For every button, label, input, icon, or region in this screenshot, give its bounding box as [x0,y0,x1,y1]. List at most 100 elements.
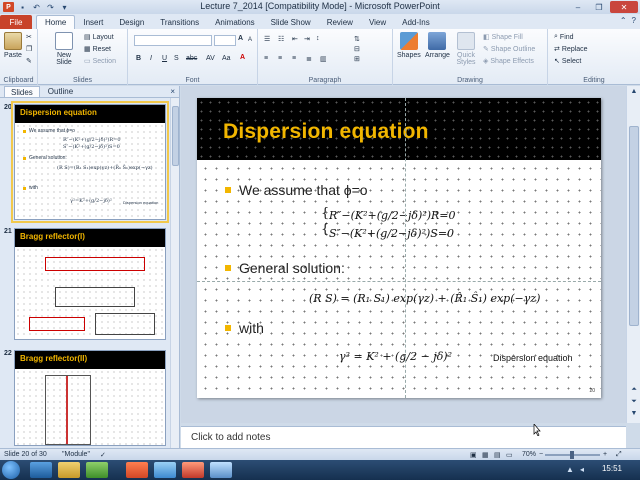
notes-pane[interactable]: Click to add notes [181,426,626,448]
increase-indent-icon[interactable]: ⇥ [304,35,310,43]
slide-show-icon[interactable]: ▭ [506,451,513,459]
slide-sorter-icon[interactable]: ▦ [482,451,489,459]
smartart-icon[interactable]: ⊞ [354,55,360,63]
italic-button[interactable]: I [150,55,152,62]
zoom-level[interactable]: 70% [522,451,536,458]
volume-icon[interactable]: ◂ [580,465,584,474]
tab-transitions[interactable]: Transitions [152,15,207,29]
font-size-combo[interactable] [214,35,236,46]
align-right-icon[interactable]: ≡ [292,55,296,62]
tab-review[interactable]: Review [319,15,361,29]
shapes-button[interactable]: Shapes [397,32,421,59]
scroll-up-icon[interactable]: ▲ [629,88,639,95]
shape-outline-button[interactable]: ✎ Shape Outline [483,45,535,54]
slide-thumbnail-row[interactable]: 22 Bragg reflector(II) [0,350,170,446]
powerpoint-logo-icon[interactable]: P [3,2,14,12]
explorer-icon[interactable] [58,462,80,478]
find-button[interactable]: ⌕ Find [554,33,574,41]
decrease-indent-icon[interactable]: ⇤ [292,35,298,43]
main-vertical-scrollbar[interactable]: ▲ ⏶ ⏷ ▼ [626,86,640,423]
minimize-button[interactable]: – [568,1,588,13]
bold-button[interactable]: B [136,55,141,62]
bullets-icon[interactable]: ☰ [264,35,270,43]
zoom-slider-handle[interactable] [570,451,574,459]
minimize-ribbon-icon[interactable]: ⌃ [620,16,627,25]
customize-qat-icon[interactable]: ▾ [59,2,70,12]
spell-check-icon[interactable]: ✓ [100,451,106,459]
notes-placeholder[interactable]: Click to add notes [191,432,271,443]
underline-button[interactable]: U [162,55,167,62]
zoom-out-button[interactable]: − [539,451,543,458]
numbering-icon[interactable]: ☷ [278,35,284,43]
tab-slides[interactable]: Slides [4,86,40,97]
fit-to-window-icon[interactable]: ⤢ [616,451,622,459]
shape-fill-button[interactable]: ◧ Shape Fill [483,33,523,42]
strikethrough-button[interactable]: abc [186,55,197,62]
ie-icon[interactable] [30,462,52,478]
maximize-button[interactable]: ❐ [589,1,609,13]
change-case-button[interactable]: Aa [222,55,231,62]
tab-animations[interactable]: Animations [207,15,263,29]
align-left-icon[interactable]: ≡ [264,55,268,62]
undo-icon[interactable]: ↶ [31,2,42,12]
app-taskbar-icon[interactable] [210,462,232,478]
section-button[interactable]: ▭ Section [84,57,116,66]
font-color-icon[interactable]: A [240,54,245,61]
slide-thumbnail[interactable]: Dispersion equation We assume that ϕ=o R… [11,101,169,223]
acrobat-taskbar-icon[interactable] [182,462,204,478]
replace-button[interactable]: ⇄ Replace [554,45,588,54]
reading-view-icon[interactable]: ▤ [494,451,501,459]
line-spacing-icon[interactable]: ↕ [316,35,320,42]
tab-view[interactable]: View [361,15,394,29]
tab-design[interactable]: Design [111,15,152,29]
slides-pane-scrollbar[interactable] [170,98,179,448]
tab-insert[interactable]: Insert [75,15,111,29]
shape-effects-button[interactable]: ◈ Shape Effects [483,57,534,66]
text-direction-icon[interactable]: ⇅ [354,35,360,43]
justify-icon[interactable]: ≣ [306,55,312,63]
media-player-icon[interactable] [86,462,108,478]
align-text-icon[interactable]: ⊟ [354,45,360,53]
arrange-button[interactable]: Arrange [425,32,450,59]
paste-button[interactable]: Paste [4,32,22,59]
cut-icon[interactable]: ✂ [26,33,32,41]
columns-icon[interactable]: ▥ [320,55,327,63]
shrink-font-button[interactable]: A [248,37,252,43]
network-icon[interactable]: ▲ [566,465,574,474]
character-spacing-button[interactable]: AV [206,55,215,62]
tab-add-ins[interactable]: Add-Ins [394,15,438,29]
current-slide[interactable]: Dispersion equation We assume that ϕ=o {… [197,98,601,398]
slide-thumbnail[interactable]: Bragg reflector(II) [14,350,166,446]
vertical-guide[interactable] [405,98,406,398]
normal-view-icon[interactable]: ▣ [470,451,477,459]
slide-content-placeholder[interactable]: We assume that ϕ=o { R″−(K²+(g/2−jδ)²)R=… [197,160,601,398]
slide-thumbnail[interactable]: Bragg reflector(I) [14,228,166,340]
help-icon[interactable]: ? [632,16,636,25]
tab-slide-show[interactable]: Slide Show [263,15,319,29]
tab-file[interactable]: File [0,15,32,29]
select-button[interactable]: ↖ Select [554,57,581,66]
redo-icon[interactable]: ↷ [45,2,56,12]
previous-slide-icon[interactable]: ⏶ [629,386,639,394]
grow-font-button[interactable]: A [238,35,243,42]
new-slide-button[interactable]: New Slide [50,32,78,66]
slide-thumbnail-row[interactable]: 20 Dispersion equation We assume that ϕ=… [0,101,170,223]
tab-outline[interactable]: Outline [42,86,79,97]
horizontal-guide[interactable] [197,281,601,282]
save-icon[interactable]: ▪ [17,2,28,12]
slide-title[interactable]: Dispersion equation [223,120,429,144]
font-name-combo[interactable] [134,35,212,46]
scroll-down-icon[interactable]: ▼ [629,410,639,417]
layout-button[interactable]: ▤ Layout [84,33,114,42]
powerpoint-taskbar-icon[interactable] [126,462,148,478]
taskbar-clock[interactable]: 15:51 [602,464,622,473]
zoom-in-button[interactable]: + [603,451,607,458]
align-center-icon[interactable]: ≡ [278,55,282,62]
text-shadow-button[interactable]: S [174,55,179,62]
copy-icon[interactable]: ❐ [26,45,32,53]
tab-home[interactable]: Home [36,15,76,29]
reset-button[interactable]: ▦ Reset [84,45,111,54]
format-painter-icon[interactable]: ✎ [26,57,32,65]
close-button[interactable]: ✕ [610,1,638,13]
word-taskbar-icon[interactable] [154,462,176,478]
